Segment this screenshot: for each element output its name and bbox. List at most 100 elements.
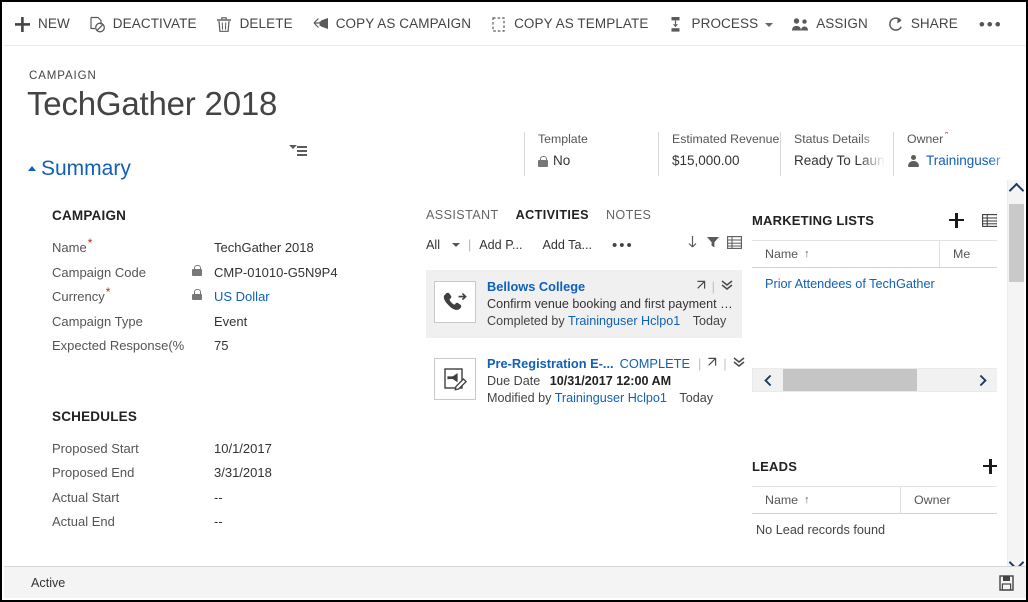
activity-due-date-value: 10/31/2017 12:00 AM [549, 374, 672, 388]
scroll-right-button[interactable] [967, 369, 997, 391]
activity-subject[interactable]: Bellows College [487, 279, 585, 294]
activity-card[interactable]: Bellows College | Confirm venue booking … [426, 270, 742, 338]
header-field-template[interactable]: Template No [524, 132, 658, 176]
tab-notes[interactable]: NOTES [606, 208, 651, 222]
popout-icon[interactable] [695, 279, 707, 294]
activity-filter-dropdown[interactable]: All [426, 238, 460, 252]
field-label-actual-start: Actual Start [52, 489, 120, 505]
sort-down-icon[interactable] [686, 235, 699, 249]
field-value-actual-end[interactable]: -- [214, 514, 223, 529]
copy-campaign-icon [311, 15, 330, 34]
field-value-proposed-start[interactable]: 10/1/2017 [214, 441, 272, 456]
activity-description: Confirm venue booking and first payment … [487, 297, 734, 311]
scrollbar-thumb[interactable] [783, 369, 918, 391]
share-icon [886, 15, 905, 34]
header-field-estimated-revenue-label: Estimated Revenue [672, 132, 780, 146]
share-button-label: SHARE [910, 16, 958, 32]
record-set-menu-button[interactable] [289, 142, 307, 158]
process-button[interactable]: PROCESS [657, 4, 782, 46]
share-button[interactable]: SHARE [877, 4, 967, 46]
form-body: CAMPAIGN Name* TechGather 2018 Campaign … [4, 180, 997, 572]
leads-add-button[interactable] [983, 458, 997, 474]
divider: | [697, 356, 702, 371]
marketing-list-row[interactable]: Prior Attendees of TechGather [752, 268, 997, 300]
chevron-double-down-icon[interactable] [720, 279, 734, 294]
column-header-name[interactable]: Name ↑ [752, 241, 939, 267]
leads-empty-message: No Lead records found [756, 523, 886, 537]
plus-icon [13, 15, 32, 34]
field-label-campaign-type: Campaign Type [52, 313, 143, 329]
activity-meta-user[interactable]: Traininguser Hclpo1 [555, 391, 667, 405]
add-task-button[interactable]: Add Ta... [542, 238, 591, 252]
activity-card[interactable]: Pre-Registration E-... COMPLETE | | Due … [426, 347, 745, 415]
new-button[interactable]: NEW [4, 4, 79, 46]
scrollbar-track[interactable] [783, 369, 967, 391]
field-row-currency: Currency* US Dollar [52, 286, 392, 314]
person-icon [907, 154, 920, 168]
activity-card-actions: | [687, 279, 734, 294]
tab-summary[interactable]: Summary [28, 157, 131, 181]
divider: | [723, 356, 727, 371]
activity-filter-value: All [426, 238, 440, 252]
field-value-currency[interactable]: US Dollar [214, 289, 270, 304]
field-value-actual-start[interactable]: -- [214, 490, 223, 505]
scrollbar-thumb[interactable] [1009, 204, 1024, 282]
process-icon [666, 15, 685, 34]
form-vertical-scrollbar[interactable] [1007, 180, 1025, 572]
lock-icon [192, 289, 202, 300]
activity-subject[interactable]: Pre-Registration E-... [487, 356, 614, 371]
schedules-section-title: SCHEDULES [52, 408, 138, 424]
marketing-lists-horizontal-scrollbar[interactable] [752, 368, 997, 392]
previous-record-button[interactable] [1015, 4, 1026, 46]
column-header-owner[interactable]: Owner [900, 487, 997, 513]
field-row-actual-end: Actual End -- [52, 514, 392, 539]
deactivate-button[interactable]: DEACTIVATE [79, 4, 206, 46]
command-overflow-button[interactable]: ••• [967, 4, 1015, 46]
field-value-expected-response[interactable]: 75 [214, 338, 228, 353]
header-field-strip: Template No Estimated Revenue $15,000.00… [524, 132, 1023, 182]
header-field-owner[interactable]: Owner* Traininguser [893, 132, 1023, 176]
funnel-icon[interactable] [706, 235, 720, 249]
delete-button-label: DELETE [239, 16, 293, 32]
activities-overflow-button[interactable]: ••• [612, 237, 634, 254]
record-header: CAMPAIGN TechGather 2018 Template No Est… [4, 46, 1026, 176]
marketing-lists-view-button[interactable] [982, 213, 997, 227]
leads-panel: LEADS Name ↑ Owner No Lead records found [752, 454, 997, 537]
header-field-status-details-value: Ready To Launch [794, 153, 893, 168]
activity-meta-date: Today [679, 391, 714, 405]
assign-button[interactable]: ASSIGN [782, 4, 877, 46]
column-header-members[interactable]: Me [939, 241, 997, 267]
scroll-left-button[interactable] [753, 369, 783, 391]
field-row-expected-response: Expected Response(% 75 [52, 338, 392, 363]
activity-meta-user[interactable]: Traininguser Hclpo1 [568, 314, 680, 328]
field-value-campaign-type[interactable]: Event [214, 314, 247, 329]
save-button[interactable] [999, 574, 1014, 591]
campaign-section-title: CAMPAIGN [52, 208, 127, 223]
required-indicator: * [87, 235, 93, 250]
header-field-estimated-revenue[interactable]: Estimated Revenue $15,000.00 [658, 132, 780, 176]
new-button-label: NEW [38, 16, 70, 32]
chevron-up-icon [1008, 182, 1025, 198]
marketing-lists-panel: MARKETING LISTS Name ↑ Me Prior Attendee… [752, 208, 997, 392]
entity-type-label: CAMPAIGN [29, 70, 97, 82]
tab-assistant[interactable]: ASSISTANT [426, 208, 499, 222]
tab-activities[interactable]: ACTIVITIES [516, 208, 589, 222]
activity-due-date-label: Due Date [487, 374, 541, 388]
column-header-name[interactable]: Name ↑ [752, 487, 900, 513]
header-field-status-details[interactable]: Status Details Ready To Launch [780, 132, 893, 176]
scroll-up-button[interactable] [1008, 180, 1025, 198]
copy-as-template-button[interactable]: COPY AS TEMPLATE [480, 4, 657, 46]
header-field-estimated-revenue-value: $15,000.00 [672, 153, 740, 168]
record-status: Active [31, 575, 66, 590]
copy-as-campaign-button-label: COPY AS CAMPAIGN [335, 16, 472, 32]
field-value-name[interactable]: TechGather 2018 [214, 240, 314, 255]
add-phone-call-button[interactable]: Add P... [479, 238, 522, 252]
grid-view-icon[interactable] [727, 235, 742, 249]
marketing-lists-title: MARKETING LISTS [752, 212, 875, 228]
marketing-lists-add-button[interactable] [949, 212, 964, 228]
delete-button[interactable]: DELETE [206, 4, 302, 46]
chevron-double-down-icon[interactable] [732, 356, 746, 371]
field-value-proposed-end[interactable]: 3/31/2018 [214, 465, 272, 480]
copy-as-campaign-button[interactable]: COPY AS CAMPAIGN [302, 4, 480, 46]
popout-icon[interactable] [706, 356, 718, 371]
